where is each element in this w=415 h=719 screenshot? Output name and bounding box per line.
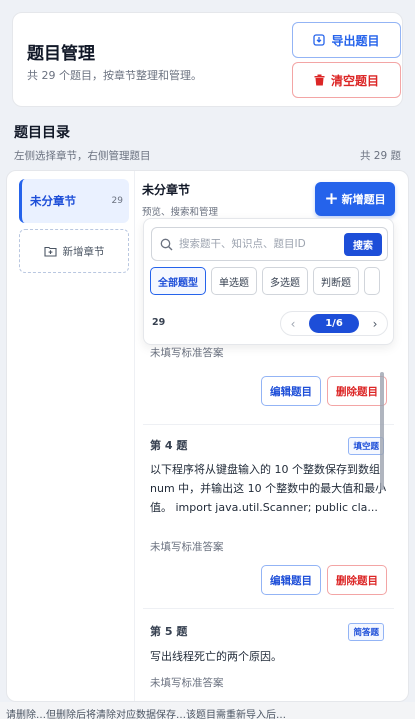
clear-questions-button[interactable]: 清空题目 — [292, 62, 401, 98]
add-chapter-button[interactable]: 新增章节 — [19, 229, 129, 273]
chapter-hint: 预览、搜索和管理 — [142, 207, 219, 218]
question-area: 未分章节 预览、搜索和管理 + 新增题目 搜索 全部题型 单选题 多选题 判断题 — [134, 171, 408, 701]
trash-icon — [314, 74, 325, 86]
question-panel: 未分章节 29 新增章节 未分章节 预览、搜索和管理 + 新增题目 搜索题干、知… — [6, 170, 409, 702]
chapter-title: 未分章节 — [142, 183, 191, 197]
search-icon — [160, 238, 173, 250]
type-chip-single[interactable]: 单选题 — [211, 267, 257, 295]
type-filter: 全部题型 单选题 多选题 判断题 — [150, 267, 380, 295]
download-icon — [313, 34, 326, 46]
question-total: 29 — [152, 317, 166, 328]
section-count: 共 29 题 — [359, 150, 401, 162]
section-title: 题目目录 — [14, 125, 70, 141]
chevron-left-icon[interactable]: ‹ — [285, 317, 301, 331]
sidebar-item-unassigned[interactable]: 未分章节 29 — [19, 179, 129, 223]
type-chip-more[interactable] — [364, 267, 380, 295]
chapter-name: 未分章节 — [30, 194, 76, 208]
question-text: 写出线程死亡的两个原因。 — [150, 650, 282, 663]
add-chapter-label: 新增章节 — [62, 245, 105, 258]
filter-card: 搜索 全部题型 单选题 多选题 判断题 29 ‹ 1/6 › — [143, 218, 394, 345]
delete-question-button[interactable]: 删除题目 — [327, 565, 387, 595]
export-label: 导出题目 — [331, 33, 380, 48]
answer-text: 未填写标准答案 — [150, 347, 224, 359]
add-question-label: 新增题目 — [341, 193, 386, 206]
answer-text: 未填写标准答案 — [150, 541, 224, 553]
question-type-badge: 简答题 — [348, 623, 384, 641]
page-indicator: 1/6 — [309, 314, 359, 333]
question-list[interactable]: 未填写标准答案 编辑题目 删除题目 第 4 题 填空题 以下程序将从键盘输入的 … — [143, 345, 394, 701]
question-type-badge: 填空题 — [348, 437, 384, 455]
question-card: 第 5 题 简答题 写出线程死亡的两个原因。 未填写标准答案 — [143, 609, 394, 701]
edit-question-button[interactable]: 编辑题目 — [261, 376, 321, 406]
plus-icon: + — [324, 188, 339, 209]
question-card: 第 4 题 填空题 以下程序将从键盘输入的 10 个整数保存到数组 num 中，… — [143, 425, 394, 609]
search-box: 搜索 — [151, 227, 388, 261]
add-question-button[interactable]: + 新增题目 — [315, 182, 395, 216]
pagination: ‹ 1/6 › — [280, 311, 388, 336]
export-questions-button[interactable]: 导出题目 — [292, 22, 401, 58]
delete-question-button[interactable]: 删除题目 — [327, 376, 387, 406]
page-subtitle: 共 29 个题目，按章节整理和管理。 — [27, 69, 202, 82]
question-card: 未填写标准答案 编辑题目 删除题目 — [143, 345, 394, 425]
question-text: 以下程序将从键盘输入的 10 个整数保存到数组 num 中，并输出这 10 个整… — [150, 463, 387, 514]
answer-text: 未填写标准答案 — [150, 677, 224, 689]
clear-label: 清空题目 — [330, 73, 379, 88]
question-number: 第 5 题 — [150, 625, 188, 638]
type-chip-judge[interactable]: 判断题 — [313, 267, 359, 295]
search-input[interactable] — [179, 238, 329, 250]
folder-plus-icon — [43, 246, 57, 257]
edit-question-button[interactable]: 编辑题目 — [261, 565, 321, 595]
type-chip-multiple[interactable]: 多选题 — [262, 267, 308, 295]
scrollbar-thumb[interactable] — [380, 372, 384, 490]
chapter-count: 29 — [111, 196, 123, 206]
section-subtitle: 左侧选择章节，右侧管理题目 — [14, 150, 151, 162]
chapter-sidebar: 未分章节 29 新增章节 — [7, 171, 134, 701]
question-number: 第 4 题 — [150, 439, 188, 452]
footer-notice: 请删除…但删除后将清除对应数据保存…该题目需重新导入后… — [0, 702, 415, 719]
header-card: 题目管理 共 29 个题目，按章节整理和管理。 导出题目 清空题目 — [12, 12, 403, 107]
chevron-right-icon[interactable]: › — [367, 317, 383, 331]
page-title: 题目管理 — [27, 44, 95, 64]
search-button[interactable]: 搜索 — [344, 233, 382, 256]
type-chip-all[interactable]: 全部题型 — [150, 267, 206, 295]
